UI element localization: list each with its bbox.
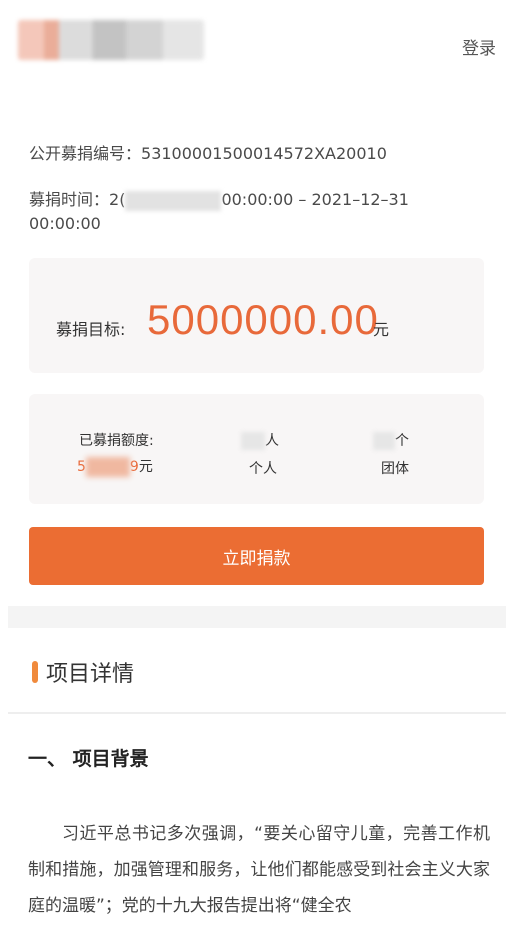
project-background-paragraph: 习近平总书记多次强调，“要关心留守儿童，完善工作机制和措施，加强管理和服务，让他… <box>28 824 490 916</box>
redacted-date <box>125 190 222 211</box>
login-link[interactable]: 登录 <box>462 34 496 59</box>
goal-card: 募捐目标: 5000000.00 元 <box>29 258 484 373</box>
raised-prefix: 5 <box>77 459 86 475</box>
redacted-persons <box>241 432 265 450</box>
redacted-groups <box>373 432 395 450</box>
fundraising-time: 募捐时间：2( 00:00:00 – 2021–12–31 <box>29 188 409 212</box>
raised-suffix: 9 <box>129 459 139 475</box>
divider <box>8 712 506 714</box>
fundraising-time-end: 00:00:00 <box>29 214 101 233</box>
persons-label: 个人 <box>249 461 277 477</box>
raised-unit: 元 <box>138 459 153 475</box>
fundraising-time-label: 募捐时间： <box>29 190 110 209</box>
fundraising-code: 公开募捐编号：53100001500014572XA20010 <box>29 142 387 166</box>
site-logo[interactable] <box>18 20 204 60</box>
raised-amount: 5 9元 <box>77 456 153 477</box>
goal-amount: 5000000.00 <box>147 296 379 343</box>
fundraising-time-range: 00:00:00 – 2021–12–31 <box>221 190 409 209</box>
goal-unit: 元 <box>373 320 390 339</box>
vertical-bar-icon <box>32 661 38 683</box>
persons-unit: 人 <box>265 433 279 449</box>
fundraising-code-label: 公开募捐编号： <box>29 144 142 163</box>
persons-count: 人 <box>241 430 279 450</box>
groups-count: 个 <box>373 430 409 450</box>
section-separator <box>8 606 506 628</box>
redacted-amount <box>85 457 130 477</box>
fundraising-code-value: 53100001500014572XA20010 <box>141 144 387 163</box>
groups-unit: 个 <box>395 433 409 449</box>
stats-card: 已募捐额度: 5 9元 人 个人 个 团体 <box>29 394 484 504</box>
goal-label: 募捐目标: <box>56 320 126 339</box>
project-details-label: 项目详情 <box>46 662 135 687</box>
page: 登录 公开募捐编号：53100001500014572XA20010 募捐时间：… <box>8 6 506 934</box>
header: 登录 <box>8 6 506 86</box>
groups-label: 团体 <box>381 461 409 477</box>
donate-button[interactable]: 立即捐款 <box>29 527 484 585</box>
raised-label: 已募捐额度: <box>79 433 154 449</box>
project-background-heading: 一、 项目背景 <box>28 748 149 770</box>
fundraising-time-start: 2( <box>109 190 126 209</box>
project-details-title: 项目详情 <box>32 656 134 688</box>
